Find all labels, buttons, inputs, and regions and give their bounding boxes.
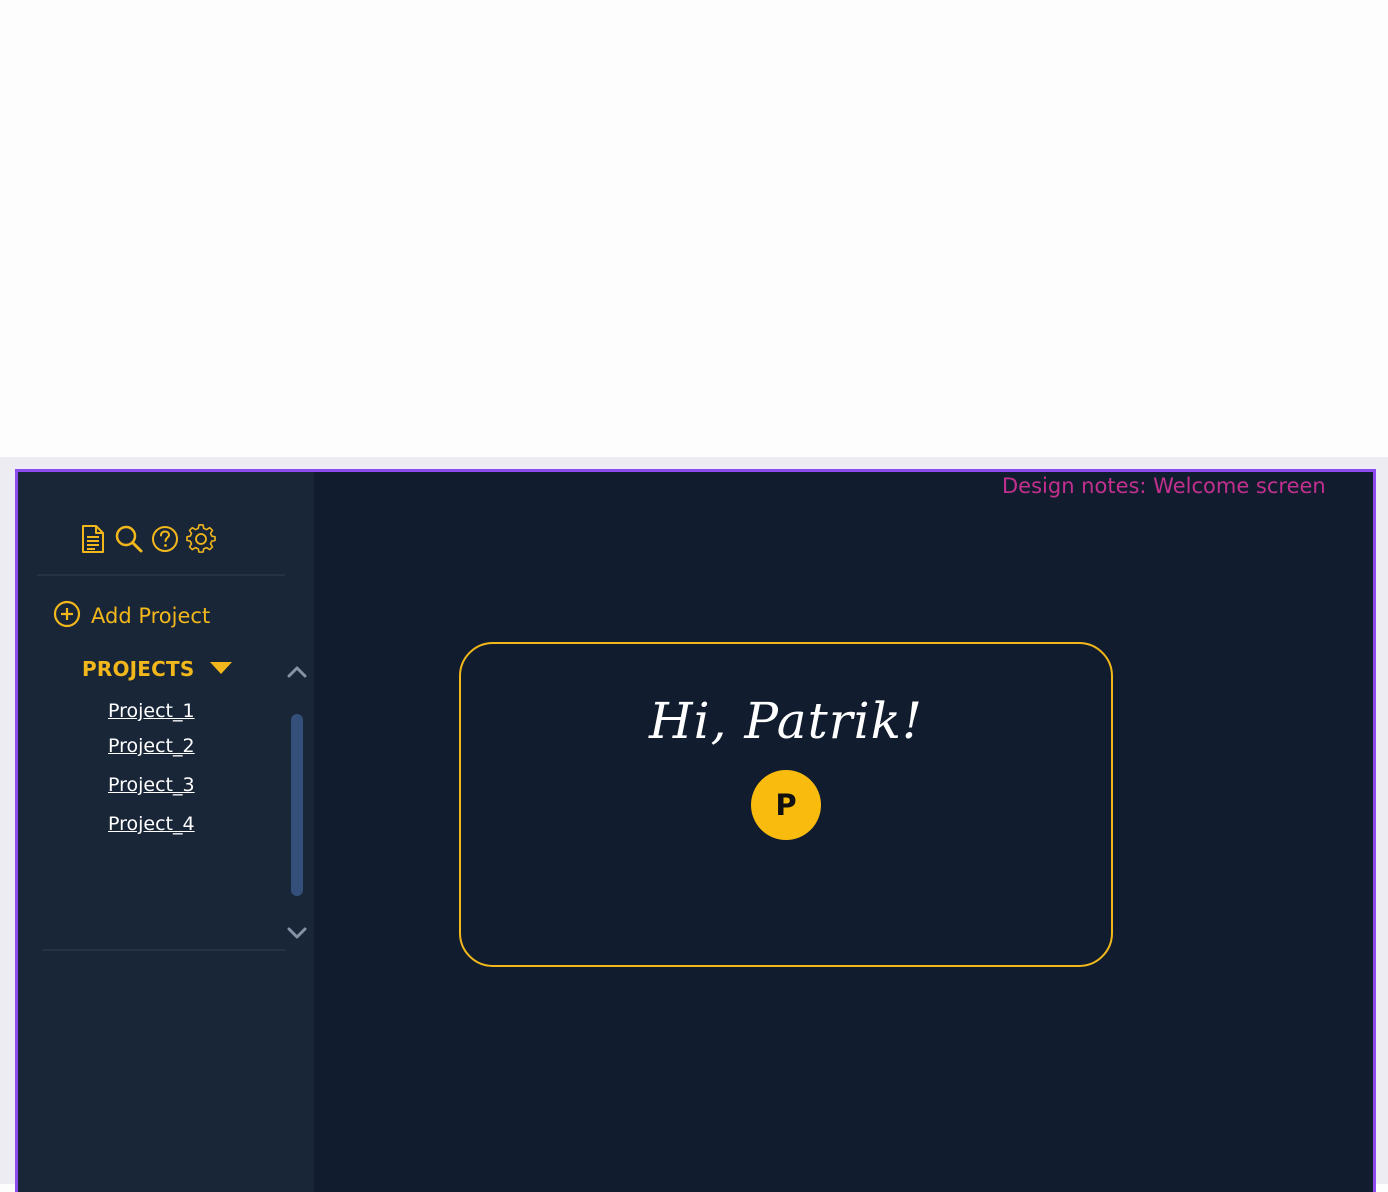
sidebar-bottom-divider <box>42 949 286 951</box>
add-project-button[interactable]: Add Project <box>53 600 210 632</box>
chevron-up-icon <box>287 666 307 678</box>
search-icon[interactable] <box>113 523 145 555</box>
scroll-up-button[interactable] <box>286 663 308 681</box>
blank-area <box>0 0 1388 457</box>
project-link-3[interactable]: Project_3 <box>108 774 195 796</box>
caret-down-icon <box>209 660 233 679</box>
scroll-down-button[interactable] <box>286 924 308 942</box>
add-circle-icon <box>53 600 81 632</box>
chevron-down-icon <box>287 927 307 939</box>
sidebar: Add Project PROJECTS Project_1 Project_2… <box>18 472 314 1192</box>
projects-header-label: PROJECTS <box>82 657 195 681</box>
help-icon[interactable] <box>149 523 181 555</box>
projects-header[interactable]: PROJECTS <box>82 657 233 681</box>
sidebar-divider <box>37 574 285 576</box>
project-link-4[interactable]: Project_4 <box>108 813 195 835</box>
scrollbar-thumb[interactable] <box>291 714 303 896</box>
document-icon[interactable] <box>77 523 109 555</box>
settings-icon[interactable] <box>185 523 217 555</box>
sidebar-toolbar <box>77 522 217 556</box>
avatar[interactable]: P <box>751 770 821 840</box>
add-project-label: Add Project <box>91 604 211 628</box>
design-notes-label: Design notes: Welcome screen <box>1002 474 1326 498</box>
welcome-card: Hi, Patrik! P <box>459 642 1113 967</box>
project-link-2[interactable]: Project_2 <box>108 735 195 757</box>
greeting-text: Hi, Patrik! <box>649 692 923 750</box>
app-window: Add Project PROJECTS Project_1 Project_2… <box>15 469 1376 1192</box>
project-link-1[interactable]: Project_1 <box>108 700 195 722</box>
